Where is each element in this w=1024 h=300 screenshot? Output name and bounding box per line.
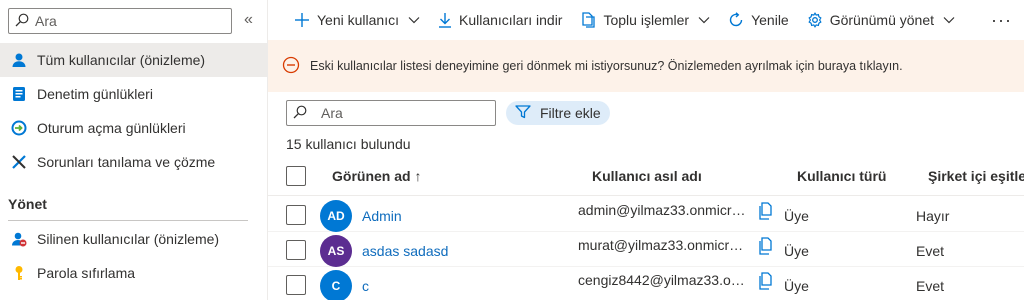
user-type: Üye (784, 208, 809, 224)
add-filter-label: Filtre ekle (540, 105, 601, 121)
chevron-down-icon (943, 16, 955, 24)
download-users-label: Kullanıcıları indir (458, 12, 563, 28)
column-header-user-type[interactable]: Kullanıcı türü (797, 168, 886, 184)
user-icon (10, 51, 28, 69)
user-name-link[interactable]: Admin (362, 208, 402, 224)
sidebar-item-label: Denetim günlükleri (37, 86, 153, 102)
sidebar-item-label: Tüm kullanıcılar (önizleme) (37, 52, 206, 68)
copy-icon[interactable] (758, 237, 774, 258)
table-row[interactable]: C c cengiz8442@yilmaz33.onmicrosoft.com … (268, 267, 1024, 300)
new-user-label: Yeni kullanıcı (317, 12, 399, 28)
in-house-sync: Evet (916, 278, 945, 294)
deleted-user-icon (10, 230, 28, 248)
in-house-sync: Evet (916, 243, 945, 259)
table-row[interactable]: AD Admin admin@yilmaz33.onmicrosoft.com … (268, 197, 1024, 232)
download-icon (438, 12, 452, 28)
user-type: Üye (784, 243, 809, 259)
sidebar: Ara « Tüm kullanıcılar (önizleme) Deneti… (0, 0, 268, 300)
section-divider (8, 220, 248, 221)
column-header-display-name[interactable]: Görünen ad ↑ (332, 168, 421, 184)
sidebar-item-password-reset[interactable]: Parola sıfırlama (0, 256, 268, 290)
avatar: AD (320, 200, 352, 232)
section-title-manage: Yönet (8, 196, 47, 212)
search-placeholder: Ara (321, 105, 343, 121)
sidebar-item-deleted-users[interactable]: Silinen kullanıcılar (önizleme) (0, 222, 268, 256)
preview-banner[interactable]: Eski kullanıcılar listesi deneyimine ger… (268, 40, 1024, 92)
column-header-upn[interactable]: Kullanıcı asıl adı (592, 168, 702, 184)
more-options-button[interactable]: ··· (991, 10, 1012, 31)
row-checkbox[interactable] (286, 205, 306, 225)
avatar: AS (320, 235, 352, 267)
in-house-sync: Hayır (916, 208, 950, 224)
banner-text[interactable]: Eski kullanıcılar listesi deneyimine ger… (310, 59, 903, 73)
manage-view-button[interactable]: Görünümü yönet (807, 0, 955, 40)
sidebar-item-label: Silinen kullanıcılar (önizleme) (37, 231, 220, 247)
search-icon (15, 13, 29, 30)
sign-in-log-icon (10, 119, 28, 137)
chevron-down-icon (408, 16, 420, 24)
audit-log-icon (10, 85, 28, 103)
row-checkbox[interactable] (286, 275, 306, 295)
bulk-operations-button[interactable]: Toplu işlemler (580, 0, 710, 40)
user-principal-name: murat@yilmaz33.onmicrosoft.com (578, 237, 746, 253)
user-principal-name: admin@yilmaz33.onmicrosoft.com (578, 202, 746, 218)
gear-icon (807, 12, 823, 28)
row-checkbox[interactable] (286, 240, 306, 260)
user-principal-name: cengiz8442@yilmaz33.onmicrosoft.com (578, 272, 746, 288)
sidebar-item-audit-logs[interactable]: Denetim günlükleri (0, 77, 268, 111)
user-search-input[interactable]: Ara (286, 100, 496, 126)
sidebar-search-placeholder: Ara (35, 13, 57, 29)
result-count: 15 kullanıcı bulundu (286, 136, 411, 152)
user-name-link[interactable]: asdas sadasd (362, 243, 448, 259)
refresh-label: Yenile (751, 12, 789, 28)
search-icon (293, 105, 307, 122)
sidebar-item-label: Oturum açma günlükleri (37, 120, 186, 136)
chevron-down-icon (698, 16, 710, 24)
copy-icon[interactable] (758, 272, 774, 293)
minus-circle-icon (282, 56, 300, 77)
table-header: Görünen ad ↑ Kullanıcı asıl adı Kullanıc… (268, 158, 1024, 196)
add-filter-button[interactable]: Filtre ekle (506, 101, 610, 125)
user-type: Üye (784, 278, 809, 294)
collapse-sidebar-icon[interactable]: « (244, 10, 253, 30)
copy-icon[interactable] (758, 202, 774, 223)
command-bar: Yeni kullanıcı Kullanıcıları indir Toplu… (268, 0, 1024, 40)
avatar: C (320, 270, 352, 300)
table-row[interactable]: AS asdas sadasd murat@yilmaz33.onmicroso… (268, 232, 1024, 267)
column-header-in-house-sync[interactable]: Şirket içi eşitle... (928, 168, 1024, 184)
plus-icon (294, 12, 310, 28)
sidebar-item-label: Parola sıfırlama (37, 265, 136, 281)
key-icon (10, 264, 28, 282)
user-name-link[interactable]: c (362, 278, 369, 294)
refresh-button[interactable]: Yenile (728, 0, 789, 40)
bulk-operations-icon (580, 12, 596, 28)
sidebar-item-sign-in-logs[interactable]: Oturum açma günlükleri (0, 111, 268, 145)
download-users-button[interactable]: Kullanıcıları indir (438, 0, 563, 40)
new-user-button[interactable]: Yeni kullanıcı (294, 0, 420, 40)
sidebar-item-all-users[interactable]: Tüm kullanıcılar (önizleme) (0, 43, 268, 77)
sidebar-item-label: Sorunları tanılama ve çözme (37, 154, 216, 170)
wrench-icon (10, 153, 28, 171)
select-all-checkbox[interactable] (286, 166, 306, 186)
refresh-icon (728, 12, 744, 28)
manage-view-label: Görünümü yönet (829, 12, 935, 28)
filter-icon (515, 104, 531, 122)
bulk-operations-label: Toplu işlemler (603, 12, 690, 28)
sidebar-item-troubleshoot[interactable]: Sorunları tanılama ve çözme (0, 145, 268, 179)
sidebar-search-input[interactable]: Ara (8, 8, 232, 34)
